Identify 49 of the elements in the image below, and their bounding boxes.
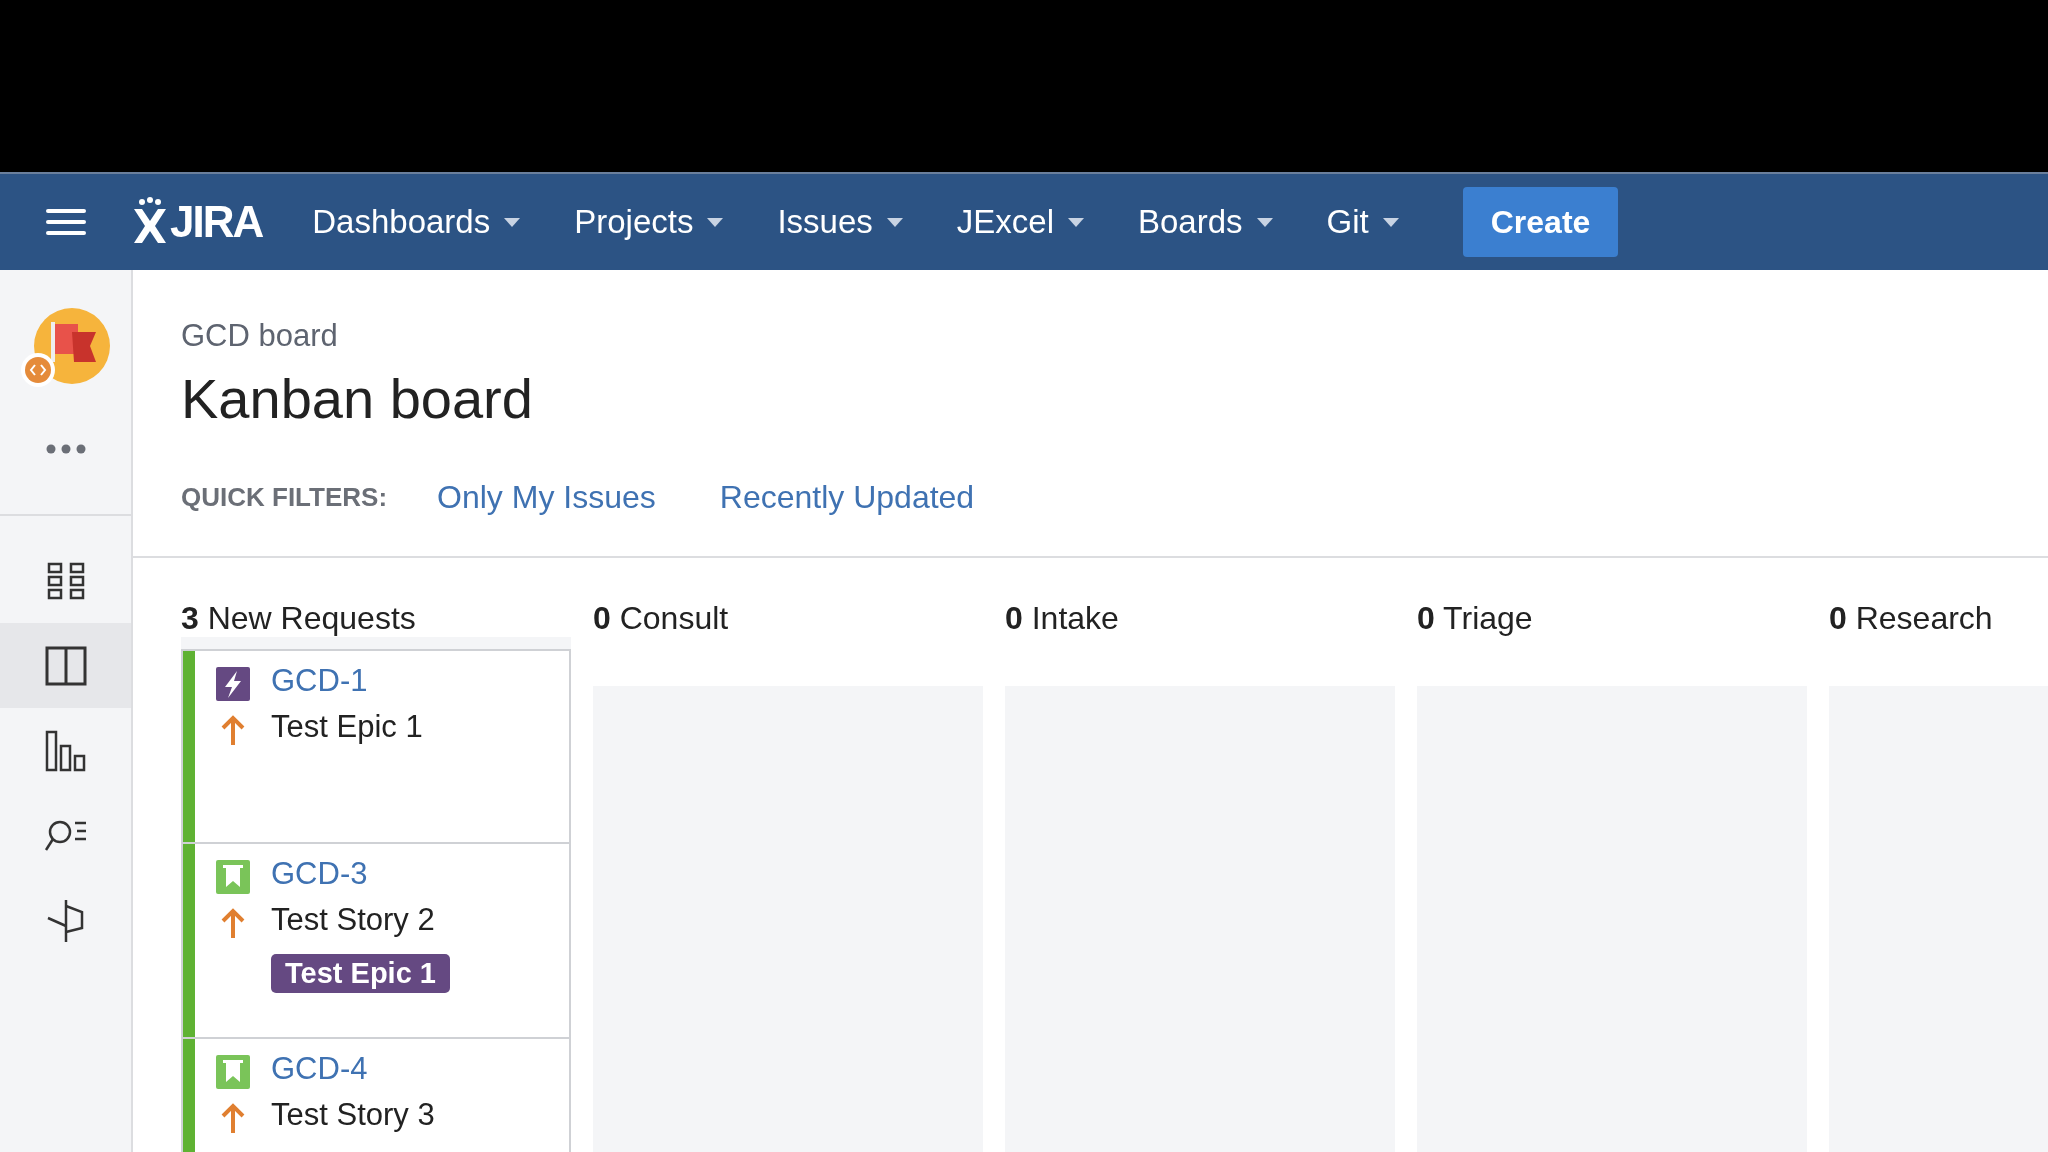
sidebar-item[interactable]: [0, 623, 131, 708]
column-header: 0 Research: [1829, 600, 1994, 638]
issue-key-link[interactable]: GCD-3: [271, 856, 368, 892]
caret-icon: [1382, 217, 1399, 227]
ship-icon: [45, 897, 86, 944]
bar-chart-icon: [44, 729, 87, 772]
nav-menu[interactable]: Git: [1326, 203, 1399, 241]
caret-icon: [1068, 217, 1084, 227]
quick-filter-link[interactable]: Only My Issues: [437, 479, 656, 516]
column-header: 0 Consult: [593, 600, 730, 638]
issue-summary: Test Story 3: [271, 1097, 435, 1133]
caret-icon: [1256, 217, 1273, 227]
bookmark-icon: [216, 860, 250, 894]
nav-menu[interactable]: Projects: [574, 203, 724, 241]
nav-menu[interactable]: Dashboards: [312, 203, 521, 241]
column-header: 0 Intake: [1005, 600, 1120, 638]
issue-card[interactable]: GCD-3 Test Story 2 Test Epic 1: [181, 844, 571, 1039]
logo-text[interactable]: JIRA: [170, 197, 263, 247]
arrow-up-icon: [221, 715, 245, 745]
epic-label[interactable]: Test Epic 1: [271, 954, 450, 993]
arrow-up-icon: [221, 908, 245, 938]
issue-summary: Test Epic 1: [271, 709, 423, 745]
issue-card[interactable]: GCD-4 Test Story 3: [181, 1039, 571, 1152]
caret-icon: [504, 217, 521, 227]
nav-menu[interactable]: JExcel: [956, 203, 1084, 241]
issue-card[interactable]: GCD-1 Test Epic 1: [181, 649, 571, 844]
lightning-icon: [216, 667, 250, 701]
issue-key-link[interactable]: GCD-1: [271, 663, 368, 699]
column-header: 3 New Requests: [181, 600, 417, 637]
issue-summary: Test Story 2: [271, 902, 435, 938]
nav-menu[interactable]: Boards: [1138, 203, 1273, 241]
quick-filter-link[interactable]: Recently Updated: [719, 479, 975, 516]
nav-menu[interactable]: Issues: [777, 203, 903, 241]
page-title: Kanban board: [181, 366, 534, 431]
caret-icon: [707, 217, 724, 227]
issue-key-link[interactable]: GCD-4: [271, 1051, 368, 1087]
bookmark-icon: [216, 1055, 250, 1089]
arrow-up-icon: [221, 1103, 245, 1133]
create-button[interactable]: Create: [1462, 187, 1619, 257]
quick-filters-label: QUICK FILTERS:: [181, 482, 388, 513]
grid-icon: [45, 560, 86, 601]
breadcrumb[interactable]: GCD board: [181, 318, 2048, 354]
more-icon[interactable]: [45, 444, 86, 454]
search-icon: [43, 818, 88, 853]
menu-icon[interactable]: [46, 207, 86, 237]
project-avatar-icon[interactable]: [19, 306, 112, 390]
caret-icon: [886, 217, 903, 227]
column-header: 0 Triage: [1417, 600, 1534, 638]
board-icon: [44, 645, 87, 686]
